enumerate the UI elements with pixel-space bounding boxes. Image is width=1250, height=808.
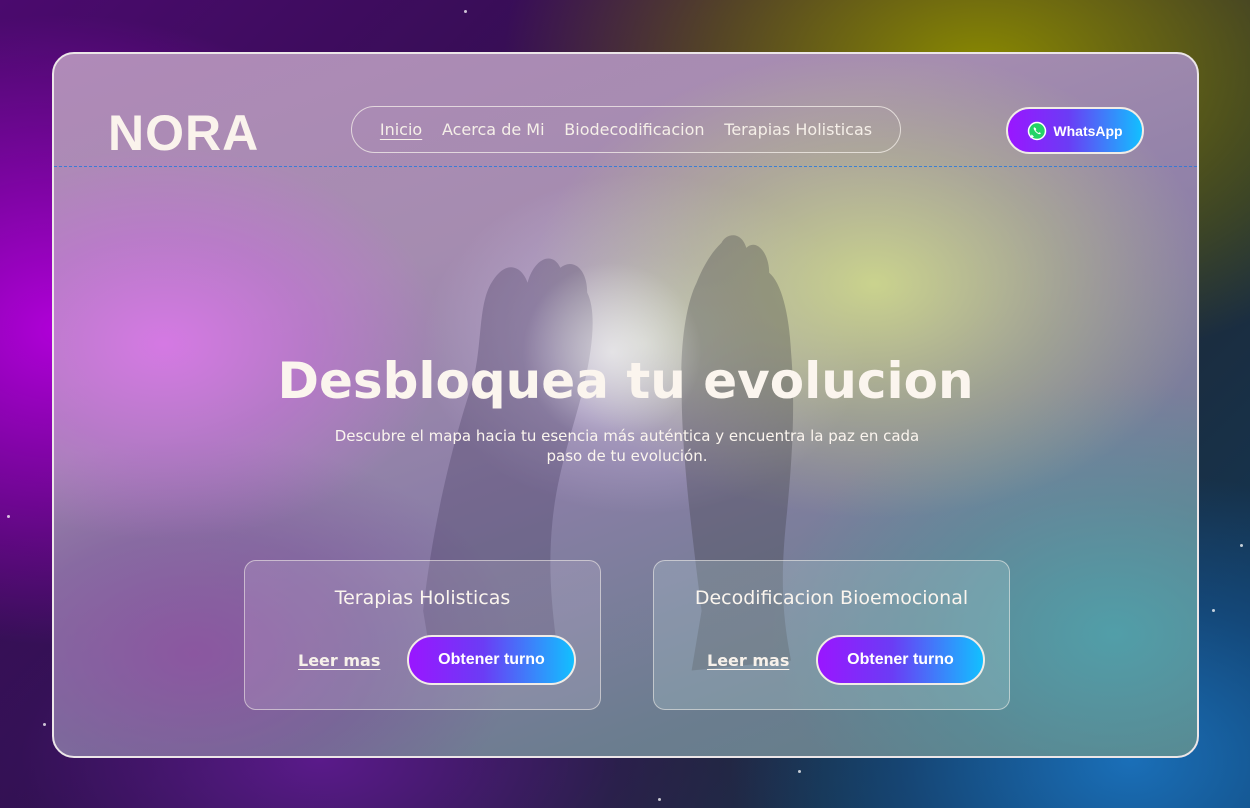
card-title: Terapias Holisticas	[334, 587, 511, 609]
book-appointment-button[interactable]: Obtener turno	[816, 635, 985, 685]
whatsapp-icon	[1027, 121, 1047, 141]
hero-title: Desbloquea tu evolucion	[277, 352, 974, 410]
main-nav: Inicio Acerca de Mi Biodecodificacion Te…	[351, 106, 901, 153]
background-star	[1240, 544, 1243, 547]
service-card-terapias: Terapias Holisticas Leer mas Obtener tur…	[244, 560, 601, 710]
background-star	[798, 770, 801, 773]
nav-item-terapias-holisticas[interactable]: Terapias Holisticas	[724, 120, 872, 139]
nav-item-biodecodificacion[interactable]: Biodecodificacion	[564, 120, 704, 139]
background-star	[464, 10, 467, 13]
read-more-link[interactable]: Leer mas	[707, 651, 789, 670]
background-star	[1212, 609, 1215, 612]
hero-frame: NORA Inicio Acerca de Mi Biodecodificaci…	[52, 52, 1199, 758]
card-title: Decodificacion Bioemocional	[694, 587, 969, 609]
background-star	[658, 798, 661, 801]
nav-item-inicio[interactable]: Inicio	[380, 120, 422, 139]
whatsapp-button[interactable]: WhatsApp	[1006, 107, 1144, 154]
service-card-decodificacion: Decodificacion Bioemocional Leer mas Obt…	[653, 560, 1010, 710]
brand-logo[interactable]: NORA	[108, 104, 259, 162]
book-appointment-button[interactable]: Obtener turno	[407, 635, 576, 685]
whatsapp-label: WhatsApp	[1053, 122, 1123, 139]
background-star	[43, 723, 46, 726]
hero-subtitle: Descubre el mapa hacia tu esencia más au…	[334, 427, 920, 465]
nav-item-acerca-de-mi[interactable]: Acerca de Mi	[442, 120, 545, 139]
background-star	[7, 515, 10, 518]
read-more-link[interactable]: Leer mas	[298, 651, 380, 670]
